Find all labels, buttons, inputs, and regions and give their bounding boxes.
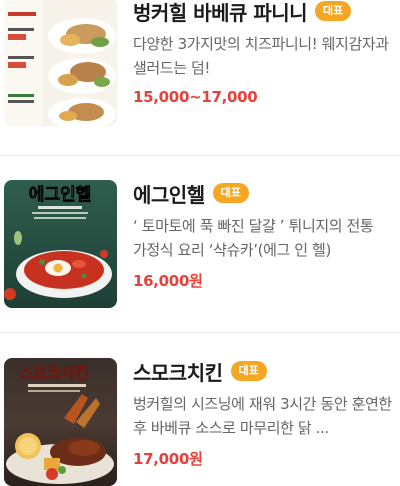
menu-price: 15,000~17,000 bbox=[133, 88, 258, 106]
title-row: 벙커힐 바베큐 파니니 대표 bbox=[133, 0, 400, 26]
divider bbox=[0, 332, 400, 333]
menu-title: 스모크치킨 bbox=[133, 360, 223, 385]
title-row: 스모크치킨 대표 bbox=[133, 356, 400, 386]
signature-badge: 대표 bbox=[315, 1, 352, 21]
title-row: 에그인헬 대표 bbox=[133, 178, 400, 208]
menu-info: 벙커힐 바베큐 파니니 대표 다양한 3가지맛의 치즈파니니! 웨지감자과 샐러… bbox=[133, 0, 400, 107]
menu-description: 다양한 3가지맛의 치즈파니니! 웨지감자과 샐러드는 덤! bbox=[133, 35, 389, 77]
menu-title: 에그인헬 bbox=[133, 182, 205, 207]
panini-photo-image bbox=[4, 0, 117, 126]
egg-in-hell-photo-image: 에그인헬 bbox=[4, 180, 117, 308]
menu-price: 16,000원 bbox=[133, 272, 203, 290]
menu-info: 스모크치킨 대표 벙커힐의 시즈닝에 재워 3시간 동안 훈연한 후 바베큐 소… bbox=[133, 356, 400, 469]
menu-item-bunkerhill-panini[interactable]: 벙커힐 바베큐 파니니 대표 다양한 3가지맛의 치즈파니니! 웨지감자과 샐러… bbox=[0, 0, 400, 132]
signature-badge: 대표 bbox=[230, 361, 267, 381]
signature-badge: 대표 bbox=[212, 183, 249, 203]
menu-item-egg-in-hell[interactable]: 에그인헬 에그인헬 대표 ‘ 토마토에 푹 빠진 달걀 ’ 튀니지의 전통 가정… bbox=[0, 164, 400, 314]
menu-item-smoked-chicken[interactable]: 스모크치킨 스모크치킨 대표 벙커힐의 시즈닝에 재워 3시간 동안 훈연한 후… bbox=[0, 342, 400, 486]
menu-photo-egg-in-hell: 에그인헬 bbox=[4, 180, 117, 308]
smoked-chicken-photo-image: 스모크치킨 bbox=[4, 358, 117, 486]
menu-price: 17,000원 bbox=[133, 450, 203, 468]
menu-info: 에그인헬 대표 ‘ 토마토에 푹 빠진 달걀 ’ 튀니지의 전통 가정식 요리 … bbox=[133, 178, 400, 291]
divider bbox=[0, 155, 400, 156]
menu-photo-panini bbox=[4, 0, 117, 126]
menu-title: 벙커힐 바베큐 파니니 bbox=[133, 0, 308, 25]
smoked-chicken-photo-caption: 스모크치킨 bbox=[19, 364, 88, 382]
menu-photo-smoked-chicken: 스모크치킨 bbox=[4, 358, 117, 486]
menu-description: 벙커힐의 시즈닝에 재워 3시간 동안 훈연한 후 바베큐 소스로 마무리한 닭… bbox=[133, 395, 392, 437]
egg-in-hell-photo-caption: 에그인헬 bbox=[29, 185, 92, 205]
menu-description: ‘ 토마토에 푹 빠진 달걀 ’ 튀니지의 전통 가정식 요리 ‘샥슈카’(에그… bbox=[133, 217, 374, 259]
